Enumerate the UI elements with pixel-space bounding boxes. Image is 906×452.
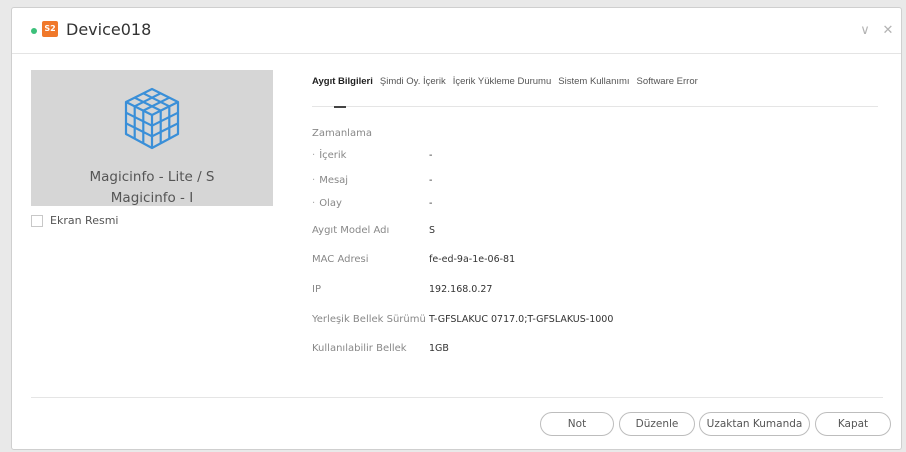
info-value: - xyxy=(429,198,433,209)
device-preview: Magicinfo - Lite / S Magicinfo - I xyxy=(31,70,273,206)
tab-now-playing[interactable]: Şimdi Oy. İçerik xyxy=(380,76,446,87)
close-button[interactable]: Kapat xyxy=(815,412,891,436)
screenshot-checkbox[interactable] xyxy=(31,214,43,227)
tab-bar: Aygıt Bilgileri Şimdi Oy. İçerik İçerik … xyxy=(312,76,705,87)
tab-system-usage[interactable]: Sistem Kullanımı xyxy=(558,76,629,87)
tab-content-download[interactable]: İçerik Yükleme Durumu xyxy=(453,76,552,87)
remote-control-button[interactable]: Uzaktan Kumanda xyxy=(699,412,810,436)
cube-icon xyxy=(124,87,180,150)
device-badge: S2 xyxy=(42,21,58,37)
info-value: 192.168.0.27 xyxy=(429,284,493,295)
preview-line-2: Magicinfo - I xyxy=(110,190,194,206)
note-button[interactable]: Not xyxy=(540,412,614,436)
footer-divider xyxy=(31,397,883,398)
bullet: · xyxy=(312,175,316,186)
device-dialog: S2 Device018 ∨ ✕ Magicinfo - Lite / S Ma… xyxy=(11,7,902,450)
info-value: S xyxy=(429,225,436,236)
close-icon[interactable]: ✕ xyxy=(881,23,895,37)
info-label: Aygıt Model Adı xyxy=(312,225,390,236)
info-value: T-GFSLAKUC 0717.0;T-GFSLAKUS-1000 xyxy=(429,314,614,325)
screenshot-label: Ekran Resmi xyxy=(50,214,119,227)
schedule-title: Zamanlama xyxy=(312,128,372,139)
active-tab-indicator xyxy=(334,106,346,108)
info-label: Mesaj xyxy=(319,175,349,186)
info-label: IP xyxy=(312,284,321,295)
info-value: 1GB xyxy=(429,343,449,354)
info-value: - xyxy=(429,150,433,161)
edit-button[interactable]: Düzenle xyxy=(619,412,695,436)
preview-line-1: Magicinfo - Lite / S xyxy=(89,169,215,185)
dialog-title: Device018 xyxy=(66,20,152,39)
info-label: İçerik xyxy=(319,150,347,161)
screenshot-toggle[interactable]: Ekran Resmi xyxy=(31,214,118,227)
bullet: · xyxy=(312,150,316,161)
info-value: fe-ed-9a-1e-06-81 xyxy=(429,254,516,265)
tab-device-info[interactable]: Aygıt Bilgileri xyxy=(312,76,373,87)
tab-software-error[interactable]: Software Error xyxy=(637,76,698,87)
info-label: Olay xyxy=(319,198,342,209)
bullet: · xyxy=(312,198,316,209)
dialog-header: S2 Device018 ∨ ✕ xyxy=(12,8,901,54)
tab-divider xyxy=(312,106,878,107)
info-label: Yerleşik Bellek Sürümü xyxy=(312,314,426,325)
info-label: MAC Adresi xyxy=(312,254,369,265)
info-label: Kullanılabilir Bellek xyxy=(312,343,407,354)
info-value: - xyxy=(429,175,433,186)
chevron-down-icon[interactable]: ∨ xyxy=(858,23,872,37)
status-dot xyxy=(31,28,37,34)
